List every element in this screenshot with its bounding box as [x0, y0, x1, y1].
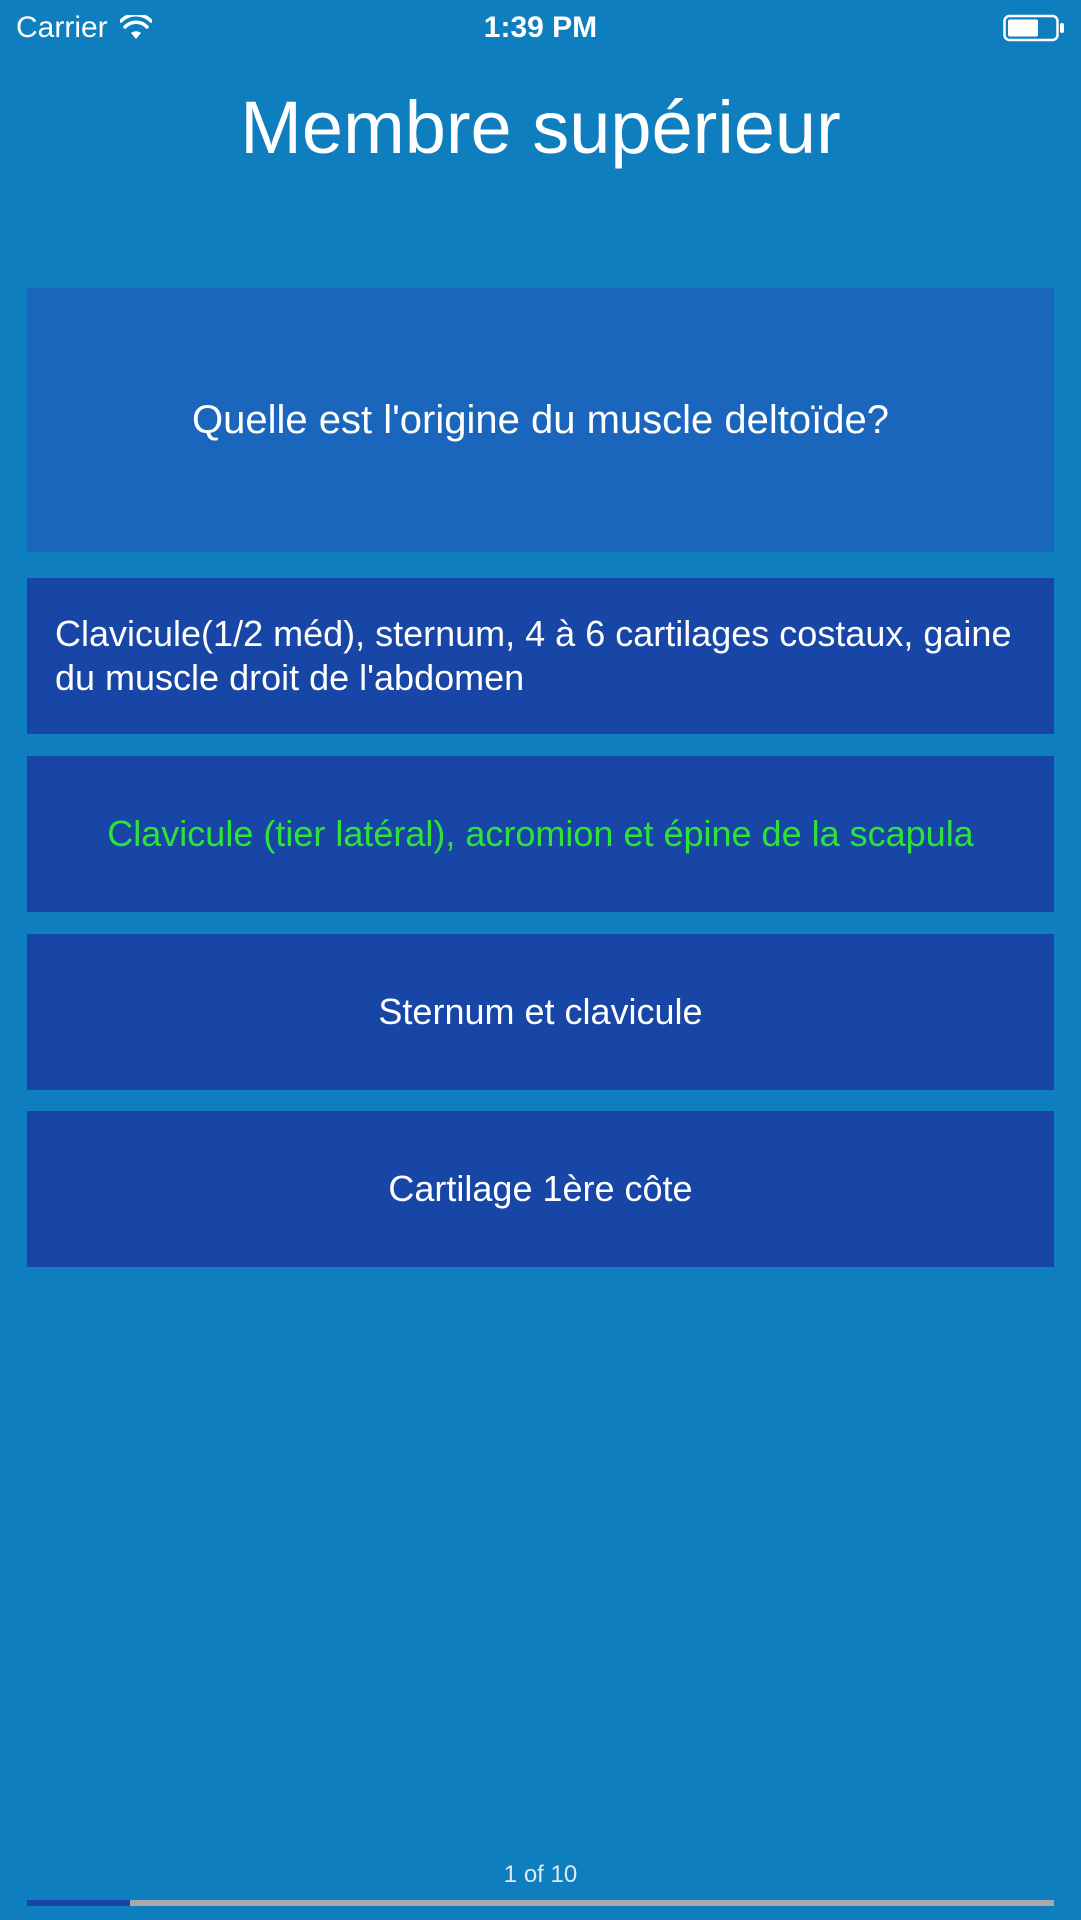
answer-option-1[interactable]: Clavicule(1/2 méd), sternum, 4 à 6 carti…: [27, 578, 1054, 734]
answer-label: Clavicule (tier latéral), acromion et ép…: [107, 813, 974, 854]
battery-icon: [1003, 14, 1064, 42]
answer-option-3[interactable]: Sternum et clavicule: [27, 934, 1054, 1090]
answer-option-2[interactable]: Clavicule (tier latéral), acromion et ép…: [27, 756, 1054, 912]
progress-bar: [27, 1900, 1054, 1906]
question-text: Quelle est l'origine du muscle deltoïde?: [192, 398, 889, 442]
answer-label: Sternum et clavicule: [378, 991, 703, 1032]
progress-fill: [27, 1900, 130, 1906]
page-counter: 1 of 10: [503, 1861, 578, 1888]
status-time: 1:39 PM: [483, 11, 598, 44]
page-title: Membre supérieur: [240, 86, 841, 169]
status-bar: Carrier 1:39 PM: [0, 0, 1081, 56]
answer-option-4[interactable]: Cartilage 1ère côte: [27, 1111, 1054, 1267]
answer-label: Clavicule(1/2 méd), sternum, 4 à 6 carti…: [55, 613, 1012, 698]
question-card: Quelle est l'origine du muscle deltoïde?: [27, 288, 1054, 552]
answer-label: Cartilage 1ère côte: [388, 1168, 693, 1209]
